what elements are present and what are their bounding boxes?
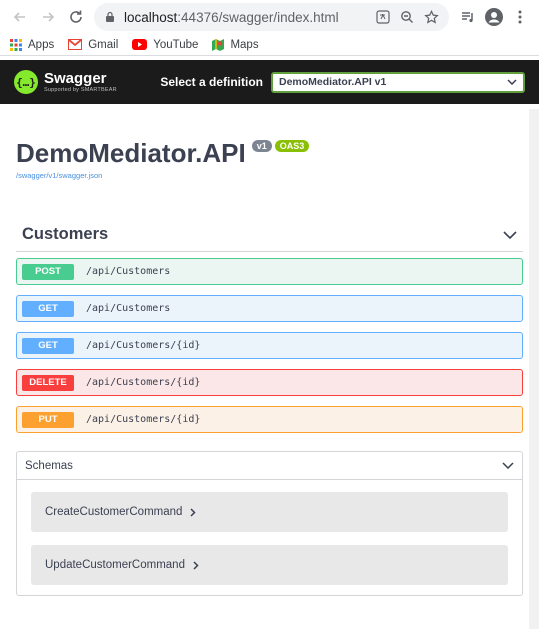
url-text: localhost:44376/swagger/index.html	[124, 10, 371, 25]
lock-icon	[106, 11, 114, 22]
zoom-button[interactable]	[395, 5, 419, 29]
bookmark-youtube[interactable]: YouTube	[132, 39, 198, 51]
operation-path: /api/Customers/{id}	[86, 340, 201, 351]
operation-path: /api/Customers/{id}	[86, 377, 201, 388]
method-badge: GET	[22, 337, 74, 354]
schema-name: UpdateCustomerCommand	[45, 559, 185, 571]
page-scrollbar[interactable]	[529, 109, 539, 629]
menu-button[interactable]	[507, 3, 533, 31]
schemas-header[interactable]: Schemas	[17, 452, 522, 480]
account-icon	[485, 8, 503, 26]
url-path: :44376/swagger/index.html	[177, 9, 339, 25]
operation-path: /api/Customers	[86, 266, 171, 277]
title-row: DemoMediator.API v1 OAS3	[16, 138, 523, 169]
back-button[interactable]	[6, 3, 34, 31]
chevron-down-icon	[503, 230, 517, 239]
arrow-left-icon	[13, 12, 25, 22]
definition-label: Select a definition	[160, 75, 263, 89]
playlist-icon	[462, 12, 473, 23]
method-badge: GET	[22, 300, 74, 317]
version-badge: v1	[251, 140, 272, 152]
chevron-right-icon	[193, 560, 199, 570]
bookmark-label: Gmail	[88, 38, 119, 51]
operations-list: POST /api/Customers GET /api/Customers G…	[16, 258, 523, 433]
api-info: DemoMediator.API v1 OAS3 /swagger/v1/swa…	[16, 138, 523, 180]
bookmark-apps[interactable]: Apps	[10, 38, 55, 51]
spec-link[interactable]: /swagger/v1/swagger.json	[16, 171, 523, 180]
zoom-out-icon	[401, 11, 413, 23]
media-button[interactable]	[455, 3, 481, 31]
bookmark-label: Maps	[230, 38, 259, 51]
gmail-icon	[68, 39, 83, 50]
tag-title: Customers	[22, 225, 109, 243]
translate-button[interactable]	[371, 5, 395, 29]
operation-get-customers[interactable]: GET /api/Customers	[16, 295, 523, 322]
method-badge: PUT	[22, 411, 74, 428]
chevron-down-icon	[507, 79, 517, 85]
arrow-right-icon	[43, 12, 55, 22]
operation-put-customer[interactable]: PUT /api/Customers/{id}	[16, 406, 523, 433]
swagger-logo-icon: {…}	[14, 70, 38, 94]
definition-selector: Select a definition DemoMediator.API v1	[160, 71, 525, 93]
profile-button[interactable]	[481, 3, 507, 31]
swagger-topbar: {…} Swagger Supported by SMARTBEAR Selec…	[0, 60, 539, 104]
bookmark-label: Apps	[28, 38, 55, 51]
oas-badge: OAS3	[274, 140, 310, 152]
bookmark-maps[interactable]: Maps	[212, 38, 259, 51]
method-badge: POST	[22, 263, 74, 280]
maps-icon	[212, 38, 225, 51]
logo-subtitle: Supported by SMARTBEAR	[44, 87, 117, 93]
operation-path: /api/Customers	[86, 303, 171, 314]
bookmarks-bar: Apps Gmail YouTube Maps	[0, 34, 539, 56]
schema-create-customer-command[interactable]: CreateCustomerCommand	[31, 492, 508, 532]
bookmark-star-button[interactable]	[419, 5, 443, 29]
bookmark-label: YouTube	[153, 38, 199, 51]
reload-button[interactable]	[62, 3, 90, 31]
tag-customers[interactable]: Customers	[16, 218, 523, 252]
browser-toolbar: localhost:44376/swagger/index.html	[0, 0, 539, 34]
reload-icon	[70, 10, 82, 23]
logo-title: Swagger	[44, 70, 107, 87]
star-icon	[423, 9, 439, 24]
operation-post-customers[interactable]: POST /api/Customers	[16, 258, 523, 285]
method-badge: DELETE	[22, 374, 74, 391]
apps-grid-icon	[10, 38, 22, 51]
operation-get-customer-by-id[interactable]: GET /api/Customers/{id}	[16, 332, 523, 359]
kebab-menu-icon	[518, 10, 522, 24]
schema-update-customer-command[interactable]: UpdateCustomerCommand	[31, 545, 508, 585]
operation-path: /api/Customers/{id}	[86, 414, 201, 425]
address-bar[interactable]: localhost:44376/swagger/index.html	[94, 3, 449, 31]
translate-icon	[376, 10, 390, 24]
swagger-logo-text: Swagger Supported by SMARTBEAR	[44, 70, 117, 94]
schemas-title: Schemas	[25, 459, 73, 472]
swagger-logo[interactable]: {…} Swagger Supported by SMARTBEAR	[14, 70, 117, 94]
definition-select[interactable]: DemoMediator.API v1	[271, 71, 525, 93]
api-title: DemoMediator.API	[16, 138, 246, 168]
chevron-down-icon	[502, 462, 514, 469]
chevron-right-icon	[190, 507, 196, 517]
url-host: localhost	[124, 9, 178, 25]
bookmark-gmail[interactable]: Gmail	[68, 39, 118, 51]
definition-value: DemoMediator.API v1	[279, 76, 387, 88]
swagger-content: DemoMediator.API v1 OAS3 /swagger/v1/swa…	[0, 138, 539, 596]
forward-button[interactable]	[34, 3, 62, 31]
schema-name: CreateCustomerCommand	[45, 506, 183, 518]
operation-delete-customer[interactable]: DELETE /api/Customers/{id}	[16, 369, 523, 396]
youtube-icon	[132, 39, 148, 50]
schemas-section: Schemas CreateCustomerCommand UpdateCust…	[16, 451, 523, 596]
